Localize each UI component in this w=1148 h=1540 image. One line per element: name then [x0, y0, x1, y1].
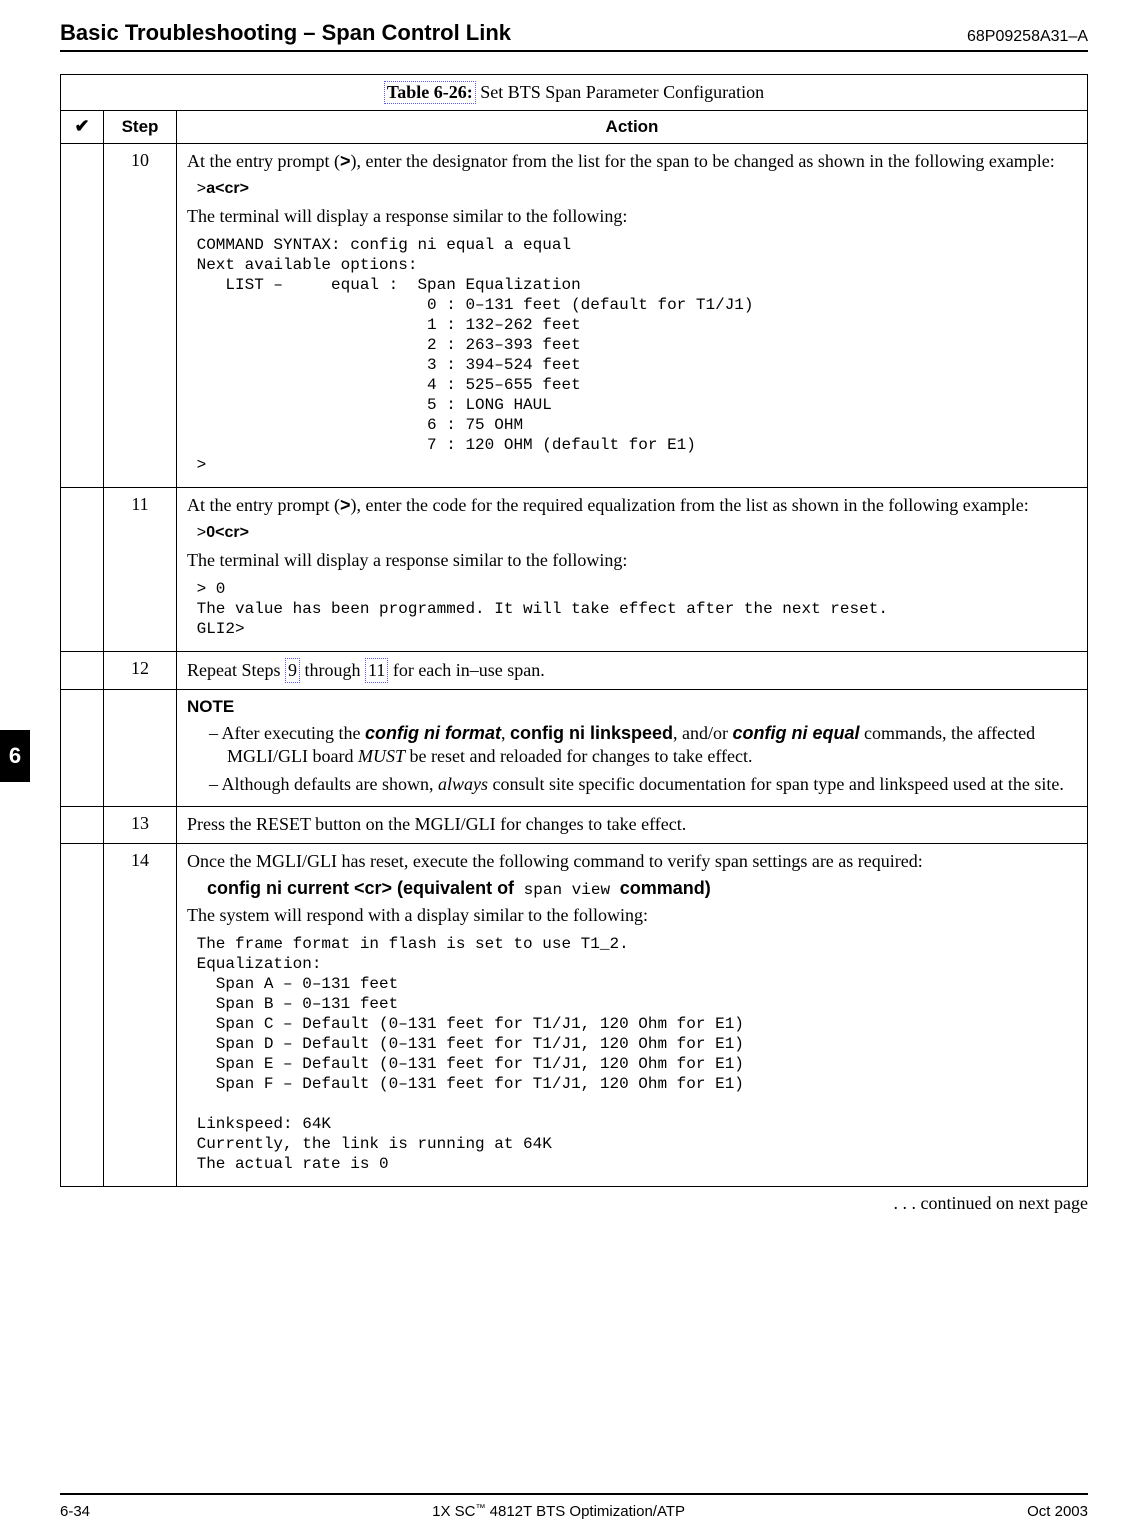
step-link[interactable]: 9 [285, 658, 300, 683]
page-footer: 6-34 1X SC™ 4812T BTS Optimization/ATP O… [60, 1493, 1088, 1520]
doc-number: 68P09258A31–A [967, 28, 1088, 46]
step-action: At the entry prompt (>), enter the desig… [177, 144, 1088, 488]
step-action: Once the MGLI/GLI has reset, execute the… [177, 843, 1088, 1186]
terminal-output: The frame format in flash is set to use … [187, 934, 1077, 1174]
note-item: Although defaults are shown, always cons… [209, 773, 1077, 796]
continued-line: . . . continued on next page [60, 1193, 1088, 1214]
note-cell: NOTE After executing the config ni forma… [177, 689, 1088, 806]
col-header-check: ✔ [61, 111, 104, 144]
terminal-output: > 0 The value has been programmed. It wi… [187, 579, 1077, 639]
step-number: 12 [104, 651, 177, 689]
note-item: After executing the config ni format, co… [209, 722, 1077, 769]
col-header-action: Action [177, 111, 1088, 144]
table-title-rest: Set BTS Span Parameter Configuration [476, 82, 764, 102]
page-title: Basic Troubleshooting – Span Control Lin… [60, 20, 511, 46]
step-number: 14 [104, 843, 177, 1186]
footer-date: Oct 2003 [1027, 1503, 1088, 1520]
table-row: 12 Repeat Steps 9 through 11 for each in… [61, 651, 1088, 689]
step-number: 13 [104, 807, 177, 843]
chapter-tab: 6 [0, 730, 30, 782]
table-row: 10 At the entry prompt (>), enter the de… [61, 144, 1088, 488]
table-row: NOTE After executing the config ni forma… [61, 689, 1088, 806]
table-row: 13 Press the RESET button on the MGLI/GL… [61, 807, 1088, 843]
table-row: 14 Once the MGLI/GLI has reset, execute … [61, 843, 1088, 1186]
config-table: Table 6-26: Set BTS Span Parameter Confi… [60, 74, 1088, 1187]
table-title-cell: Table 6-26: Set BTS Span Parameter Confi… [61, 75, 1088, 111]
footer-title: 1X SC™ 4812T BTS Optimization/ATP [90, 1503, 1027, 1520]
step-action: Repeat Steps 9 through 11 for each in–us… [177, 651, 1088, 689]
footer-page-number: 6-34 [60, 1503, 90, 1520]
table-row: 11 At the entry prompt (>), enter the co… [61, 487, 1088, 651]
note-heading: NOTE [187, 696, 1077, 718]
terminal-output: COMMAND SYNTAX: config ni equal a equal … [187, 235, 1077, 475]
page-header: Basic Troubleshooting – Span Control Lin… [60, 20, 1088, 52]
table-title-label: Table 6-26: [384, 81, 476, 104]
col-header-step: Step [104, 111, 177, 144]
step-action: At the entry prompt (>), enter the code … [177, 487, 1088, 651]
step-action: Press the RESET button on the MGLI/GLI f… [177, 807, 1088, 843]
step-number: 11 [104, 487, 177, 651]
step-link[interactable]: 11 [365, 658, 388, 683]
step-number: 10 [104, 144, 177, 488]
